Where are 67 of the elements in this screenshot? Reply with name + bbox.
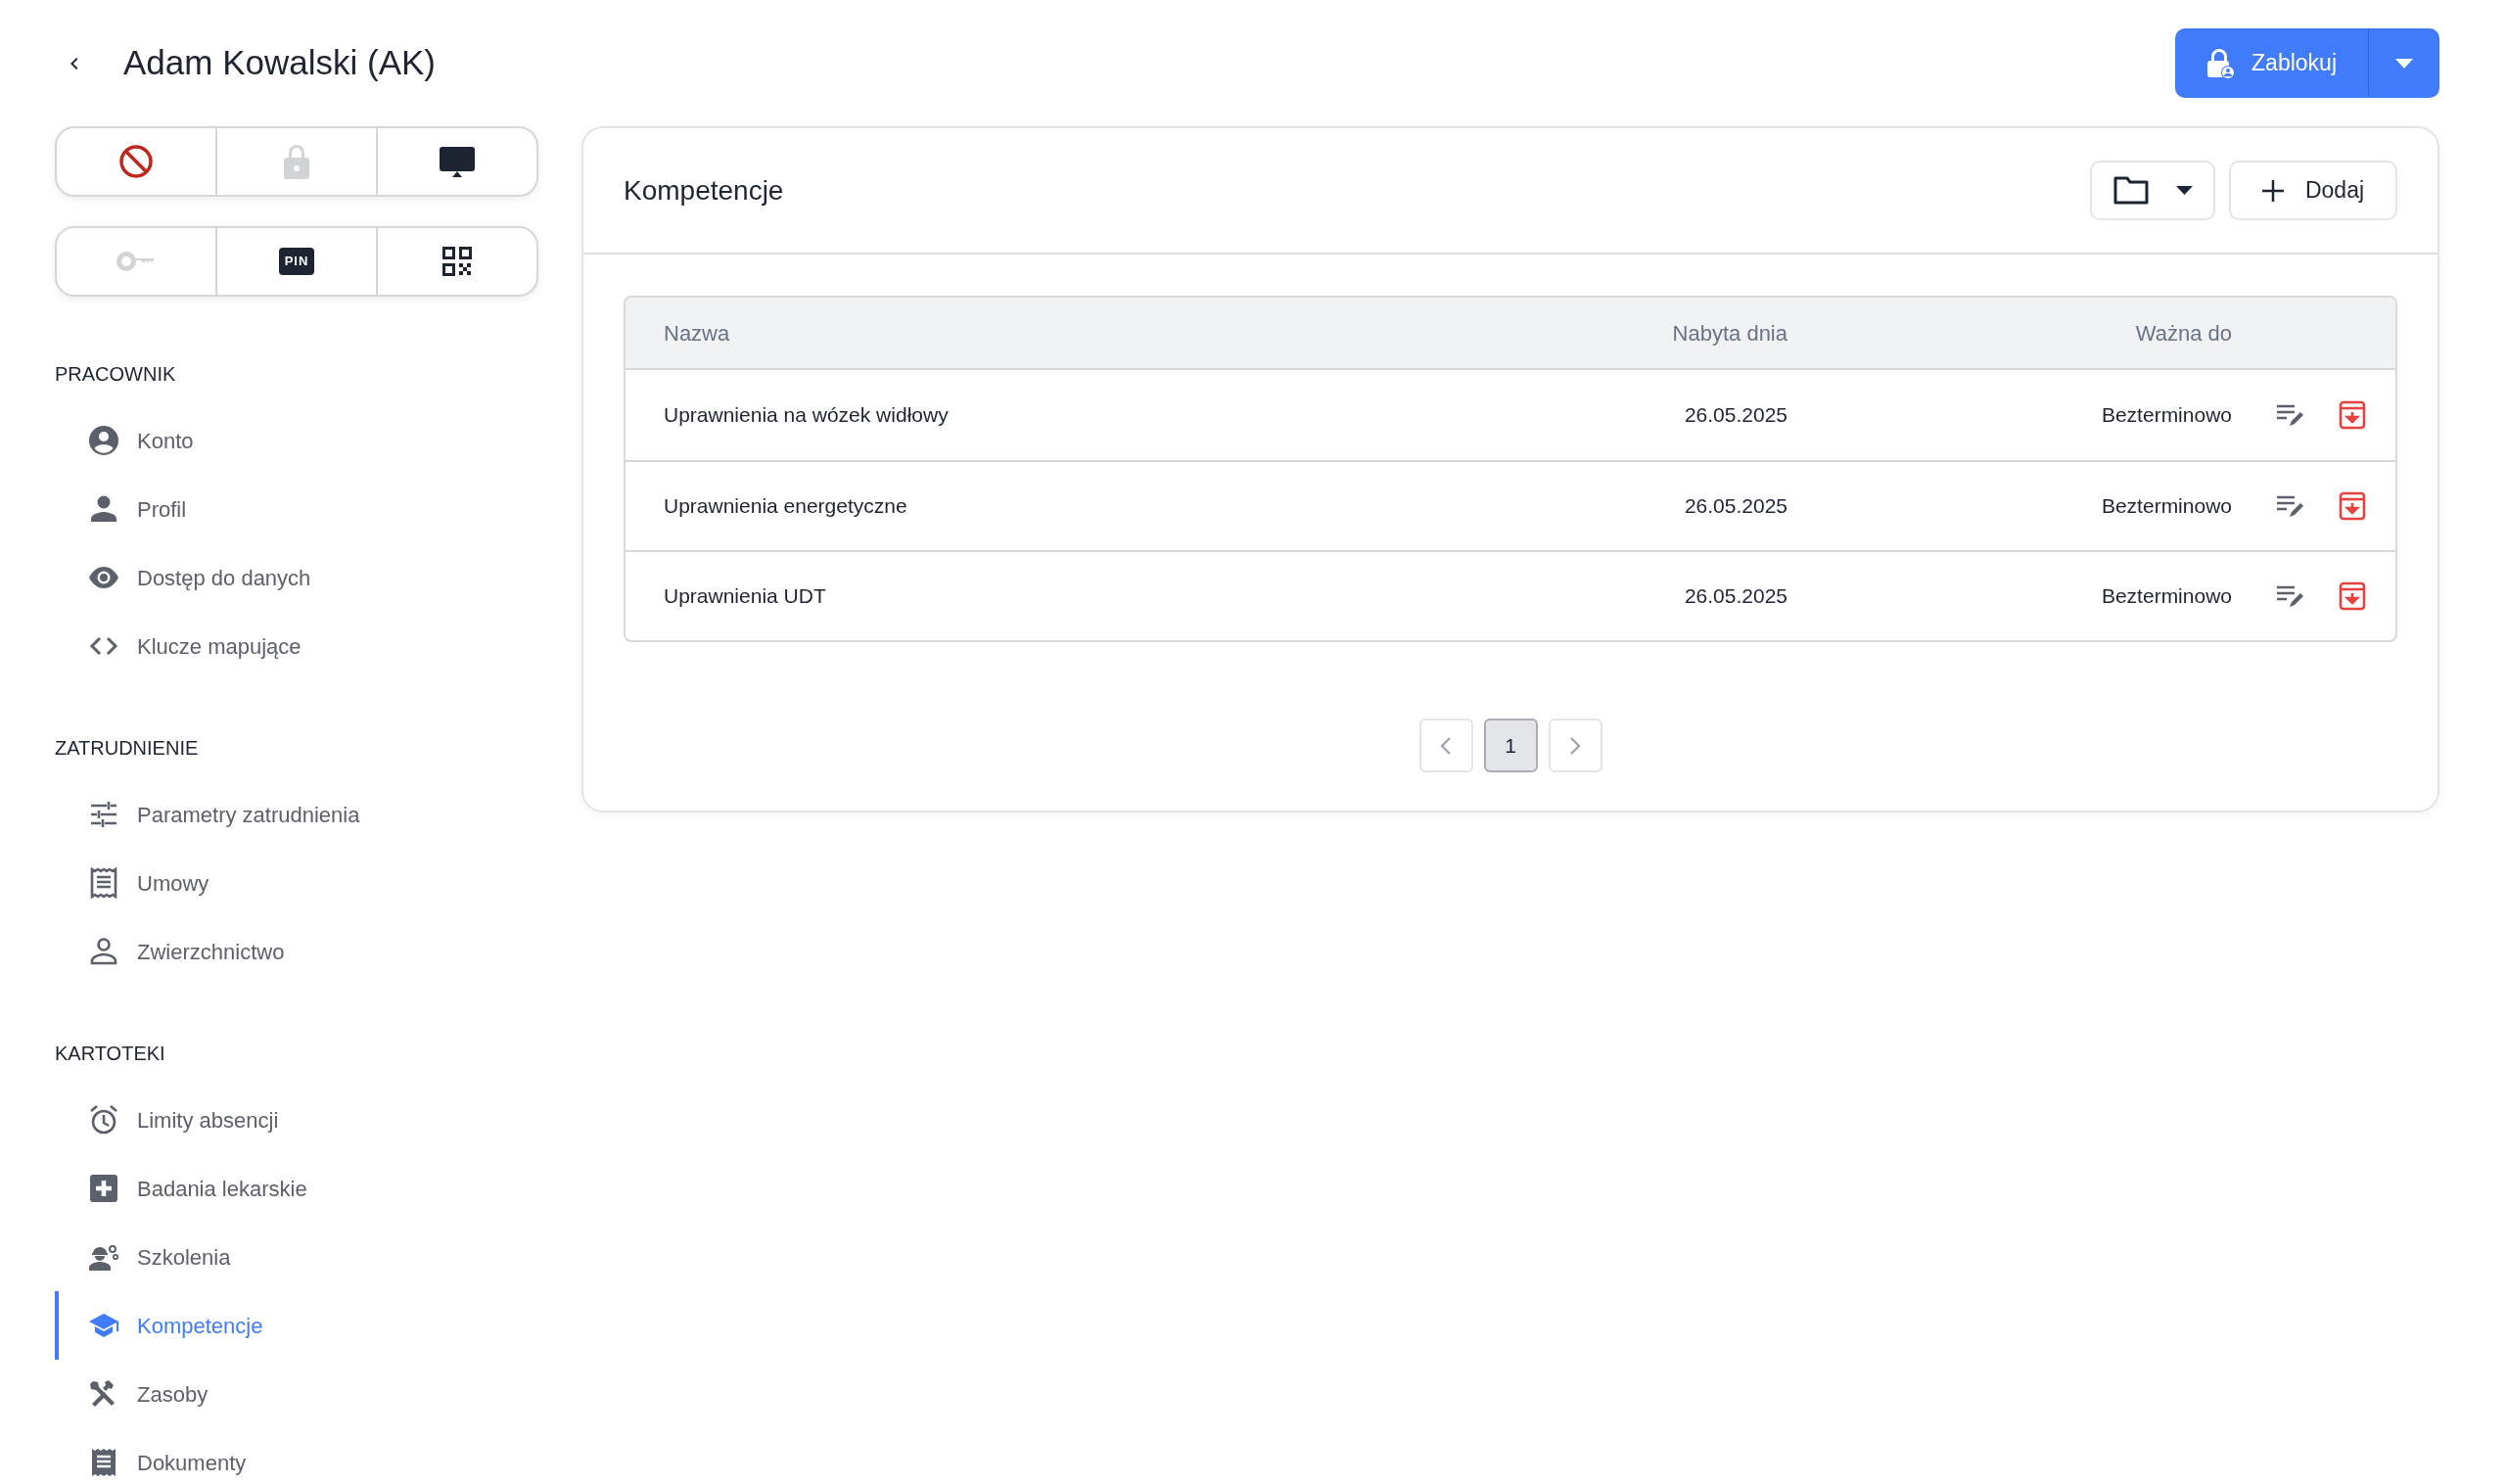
archive-icon: [2339, 491, 2366, 521]
sidebar-item[interactable]: Profil: [55, 475, 538, 543]
sidebar-item[interactable]: Umowy: [55, 849, 538, 917]
page-button[interactable]: 1: [1483, 719, 1538, 772]
edit-button[interactable]: [2276, 583, 2305, 609]
sliders-icon: [88, 799, 119, 830]
qr-code-icon: [441, 246, 473, 277]
action-button[interactable]: PIN: [215, 228, 376, 295]
table-cell-text: Uprawnienia UDT: [663, 583, 827, 610]
sidebar-item[interactable]: Konto: [55, 406, 538, 475]
section-heading: KARTOTEKI: [55, 1042, 166, 1066]
edit-button[interactable]: [2276, 493, 2305, 519]
page-title: Adam Kowalski (AK): [123, 42, 436, 84]
section-heading: PRACOWNIK: [55, 362, 177, 387]
pin-icon: PIN: [279, 248, 314, 275]
medical-cross-icon: [88, 1173, 119, 1204]
block-button[interactable]: Zablokuj: [2175, 28, 2369, 98]
sidebar-item[interactable]: Parametry zatrudnienia: [55, 780, 538, 849]
sidebar-item[interactable]: Zasoby: [55, 1360, 538, 1428]
caret-icon: [2395, 58, 2413, 69]
person-outline-icon: [88, 936, 119, 967]
sidebar-item[interactable]: Klucze mapujące: [55, 612, 538, 680]
chevron-icon: [1440, 736, 1452, 755]
sidebar-item[interactable]: Szkolenia: [55, 1223, 538, 1291]
receipt-icon: [88, 867, 119, 899]
table-cell-text: Bezterminowo: [2100, 583, 2232, 610]
folder-dropdown-button[interactable]: [2090, 161, 2215, 220]
table-cell-text: Bezterminowo: [2100, 493, 2232, 520]
sidebar-item[interactable]: Zwierzchnictwo: [55, 917, 538, 986]
archive-button[interactable]: [2339, 400, 2366, 430]
lock-icon: [282, 143, 311, 180]
plus-icon: [2261, 179, 2284, 202]
column-header: Ważna do: [2134, 319, 2232, 348]
add-button[interactable]: Dodaj: [2229, 161, 2397, 220]
sidebar-item[interactable]: Badania lekarskie: [55, 1154, 538, 1223]
table-cell-text: 26.05.2025: [1683, 493, 1787, 520]
sidebar-item[interactable]: Dokumenty: [55, 1428, 538, 1484]
edit-list-icon: [2276, 402, 2305, 428]
archive-button[interactable]: [2339, 581, 2366, 611]
table-cell-text: Uprawnienia energetyczne: [663, 493, 908, 520]
key-icon: [116, 251, 156, 272]
edit-button[interactable]: [2276, 402, 2305, 428]
table-cell-text: 26.05.2025: [1683, 402, 1787, 429]
column-header: Nabyta dnia: [1671, 319, 1787, 348]
table-cell-text: Uprawnienia na wózek widłowy: [663, 402, 950, 429]
alarm-clock-icon: [88, 1104, 119, 1136]
monitor-icon: [439, 146, 476, 177]
chevron-icon: [1569, 736, 1581, 755]
column-header: Nazwa: [663, 319, 731, 348]
caret-icon: [2175, 186, 2193, 195]
lock-person-icon: [2206, 47, 2237, 79]
sidebar-item[interactable]: Dostęp do danych: [55, 543, 538, 612]
sidebar-item[interactable]: Limity absencji: [55, 1086, 538, 1154]
table-cell-text: 26.05.2025: [1683, 583, 1787, 610]
person-icon: [88, 493, 119, 525]
table-cell-text: Bezterminowo: [2100, 402, 2232, 429]
prohibited-icon: [118, 144, 154, 179]
archive-icon: [2339, 400, 2366, 430]
account-circle-icon: [88, 425, 119, 456]
archive-button[interactable]: [2339, 491, 2366, 521]
edit-list-icon: [2276, 493, 2305, 519]
archive-icon: [2339, 581, 2366, 611]
folder-icon: [2112, 176, 2149, 205]
sidebar-item[interactable]: Kompetencje: [55, 1291, 538, 1360]
edit-list-icon: [2276, 583, 2305, 609]
section-heading: ZATRUDNIENIE: [55, 736, 200, 761]
card-title: Kompetencje: [624, 173, 784, 208]
